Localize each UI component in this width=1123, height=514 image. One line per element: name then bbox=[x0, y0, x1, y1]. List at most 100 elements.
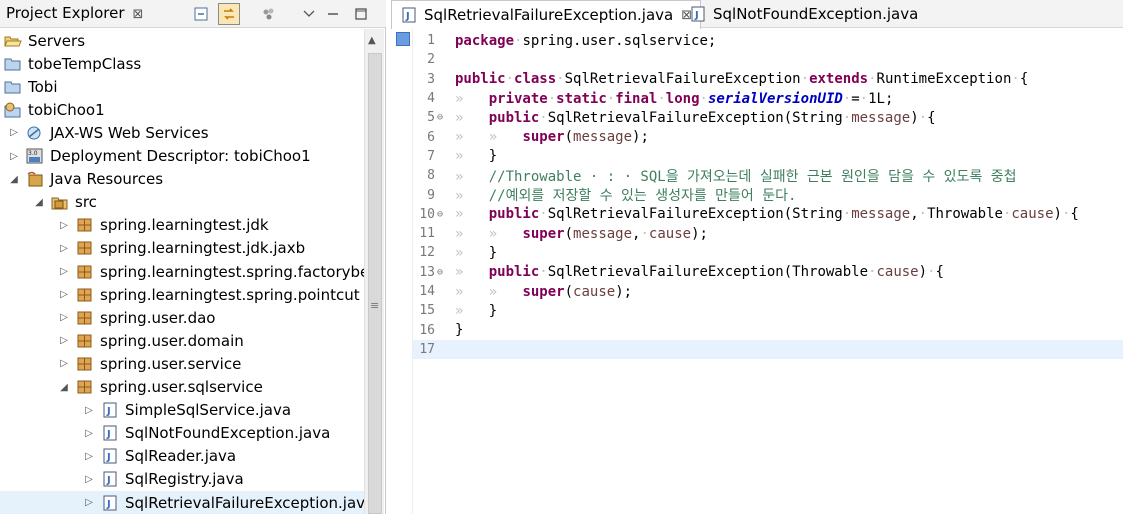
code-line[interactable]: 15 » } bbox=[413, 301, 1123, 320]
collapsed-arrow-icon[interactable]: ▷ bbox=[83, 451, 95, 462]
project-explorer-view: Project Explorer ⊠ Servers tobeTempClass To… bbox=[0, 0, 386, 514]
scrollbar-thumb[interactable] bbox=[368, 53, 382, 514]
tree-item[interactable]: ◢ Java Resources bbox=[0, 168, 163, 191]
tree-item[interactable]: ▷ spring.user.service bbox=[0, 352, 241, 375]
tree-item-label: tobeTempClass bbox=[28, 54, 142, 73]
code-line[interactable]: 6 » » super(message); bbox=[413, 127, 1123, 146]
parameter-token: cause bbox=[648, 225, 692, 242]
fold-toggle-icon[interactable]: ⊖ bbox=[435, 267, 445, 278]
code-line[interactable]: 17 bbox=[413, 339, 1123, 360]
java-file-icon: J bbox=[689, 6, 707, 22]
expanded-arrow-icon[interactable]: ◢ bbox=[8, 174, 20, 185]
code-text: » » super(cause); bbox=[445, 284, 632, 300]
collapsed-arrow-icon[interactable]: ▷ bbox=[58, 220, 70, 231]
fold-toggle-icon[interactable]: ⊖ bbox=[435, 112, 445, 123]
code-text: public·class·SqlRetrievalFailureExceptio… bbox=[445, 71, 1028, 87]
tree-item[interactable]: tobeTempClass bbox=[0, 52, 141, 75]
code-line[interactable]: 11 » » super(message,·cause); bbox=[413, 224, 1123, 243]
tab-sqlretrievalfailureexception[interactable]: J SqlRetrievalFailureException.java ⊠ bbox=[391, 0, 702, 29]
tree-item[interactable]: ◢ spring.user.sqlservice bbox=[0, 376, 263, 399]
tree-item[interactable]: ▷ spring.learningtest.spring.factorybean bbox=[0, 260, 364, 283]
close-icon[interactable]: ⊠ bbox=[133, 7, 144, 22]
collapsed-arrow-icon[interactable]: ▷ bbox=[83, 428, 95, 439]
view-menu-dots-icon[interactable] bbox=[258, 3, 280, 25]
code-line[interactable]: 1 package·spring.user.sqlservice; bbox=[413, 31, 1123, 50]
collapsed-arrow-icon[interactable]: ▷ bbox=[58, 312, 70, 323]
code-line[interactable]: 14 » » super(cause); bbox=[413, 282, 1123, 301]
expanded-arrow-icon[interactable]: ◢ bbox=[58, 382, 70, 393]
tree-item[interactable]: ▷ spring.learningtest.jdk bbox=[0, 214, 268, 237]
collapsed-arrow-icon[interactable]: ▷ bbox=[83, 405, 95, 416]
tree-item[interactable]: ▷ J SqlRetrievalFailureException.java bbox=[0, 491, 364, 514]
code-line[interactable]: 7 » } bbox=[413, 147, 1123, 166]
tab-sqlnotfoundexception[interactable]: J SqlNotFoundException.java bbox=[681, 0, 926, 28]
collapsed-arrow-icon[interactable]: ▷ bbox=[8, 127, 20, 138]
tree-item[interactable]: ▷ J SqlReader.java bbox=[0, 445, 236, 468]
scroll-up-icon[interactable]: ▲ bbox=[368, 35, 376, 46]
maximize-icon[interactable] bbox=[350, 3, 372, 25]
current-line-marker-icon bbox=[396, 32, 410, 46]
whitespace-marker: » bbox=[455, 244, 489, 261]
tab-project-explorer[interactable]: Project Explorer ⊠ bbox=[0, 0, 149, 28]
collapse-all-icon[interactable] bbox=[190, 3, 212, 25]
collapsed-arrow-icon[interactable]: ▷ bbox=[58, 335, 70, 346]
collapsed-arrow-icon[interactable]: ▷ bbox=[58, 289, 70, 300]
view-menu-icon[interactable] bbox=[298, 3, 320, 25]
tree-item[interactable]: ▷ 3.0 Deployment Descriptor: tobiChoo1 bbox=[0, 145, 310, 168]
line-number: 10 bbox=[419, 206, 435, 222]
collapsed-arrow-icon[interactable]: ▷ bbox=[83, 497, 95, 508]
link-with-editor-icon[interactable] bbox=[218, 3, 240, 25]
tree-item-label: spring.learningtest.spring.factorybean bbox=[100, 262, 364, 281]
code-line[interactable]: 13 ⊖» public·SqlRetrievalFailureException… bbox=[413, 263, 1123, 282]
collapsed-arrow-icon[interactable]: ▷ bbox=[58, 266, 70, 277]
tree-item[interactable]: ▷ J SqlNotFoundException.java bbox=[0, 422, 330, 445]
tree-item[interactable]: Tobi bbox=[0, 75, 57, 98]
parameter-token: cause bbox=[876, 264, 919, 281]
code-token: RuntimeException bbox=[876, 71, 1012, 88]
tree-item[interactable]: ▷ spring.user.domain bbox=[0, 329, 244, 352]
tree-item[interactable]: ▷ JAX-WS Web Services bbox=[0, 121, 208, 144]
keyword-token: extends bbox=[809, 71, 869, 88]
code-line[interactable]: 3 public·class·SqlRetrievalFailureExcepti… bbox=[413, 70, 1123, 89]
code-line[interactable]: 5 ⊖» public·SqlRetrievalFailureException(… bbox=[413, 108, 1123, 127]
tree-item[interactable]: ▷ J SqlRegistry.java bbox=[0, 468, 244, 491]
collapsed-arrow-icon[interactable]: ▷ bbox=[58, 358, 70, 369]
code-area[interactable]: 1 package·spring.user.sqlservice; 2 3 public… bbox=[413, 31, 1123, 360]
explorer-scrollbar[interactable]: ▲ ≡ bbox=[364, 29, 384, 514]
comment-token: //예외를 저장할 수 있는 생성자를 만들어 둔다. bbox=[488, 188, 797, 205]
code-line[interactable]: 16} bbox=[413, 320, 1123, 339]
code-line[interactable]: 2 bbox=[413, 50, 1123, 69]
tree-item[interactable]: tobiChoo1 bbox=[0, 98, 105, 121]
whitespace-marker: · bbox=[699, 90, 708, 107]
tree-item[interactable]: ▷ spring.user.dao bbox=[0, 306, 215, 329]
code-line[interactable]: 8 » //Throwable · : · SQL을 가져오는데 실패한 근본 원… bbox=[413, 166, 1123, 185]
fold-toggle-icon[interactable]: ⊖ bbox=[435, 209, 445, 220]
overview-ruler[interactable] bbox=[391, 29, 413, 514]
code-token: ( bbox=[564, 225, 574, 242]
tree-item[interactable]: ▷ spring.learningtest.spring.pointcut bbox=[0, 283, 359, 306]
code-line[interactable]: 9 » //예외를 저장할 수 있는 생성자를 만들어 둔다. bbox=[413, 185, 1123, 205]
code-token: } bbox=[488, 148, 498, 165]
code-line[interactable]: 12 » } bbox=[413, 243, 1123, 262]
code-line[interactable]: 4» private·static·final·long·serialVersi… bbox=[413, 89, 1123, 108]
collapsed-arrow-icon[interactable]: ▷ bbox=[8, 151, 20, 162]
tree-item-label: SqlNotFoundException.java bbox=[125, 424, 331, 443]
expanded-arrow-icon[interactable]: ◢ bbox=[33, 197, 45, 208]
minimize-icon[interactable] bbox=[322, 3, 344, 25]
collapsed-arrow-icon[interactable]: ▷ bbox=[83, 474, 95, 485]
collapsed-arrow-icon[interactable]: ▷ bbox=[58, 243, 70, 254]
tree-item[interactable]: ▷ spring.learningtest.jdk.jaxb bbox=[0, 237, 305, 260]
tree-item[interactable]: ◢ src bbox=[0, 191, 97, 214]
line-number: 16 bbox=[419, 322, 435, 338]
tree-item[interactable]: ▷ J SimpleSqlService.java bbox=[0, 399, 291, 422]
tree-item[interactable]: Servers bbox=[0, 29, 85, 52]
code-token: { bbox=[1019, 71, 1029, 88]
java-file-icon: J bbox=[101, 471, 119, 487]
code-line[interactable]: 10 ⊖» public·SqlRetrievalFailureException… bbox=[413, 205, 1123, 224]
editor-tab-bar: J SqlRetrievalFailureException.java ⊠ J … bbox=[391, 0, 1123, 29]
whitespace-marker: · bbox=[842, 90, 852, 107]
line-number: 2 bbox=[427, 52, 435, 68]
code-token: SqlRetrievalFailureException bbox=[564, 71, 801, 88]
comment-token: //Throwable · : · SQL을 가져오는데 실패한 근본 원인을 … bbox=[488, 168, 1017, 185]
line-number: 15 bbox=[419, 303, 435, 319]
